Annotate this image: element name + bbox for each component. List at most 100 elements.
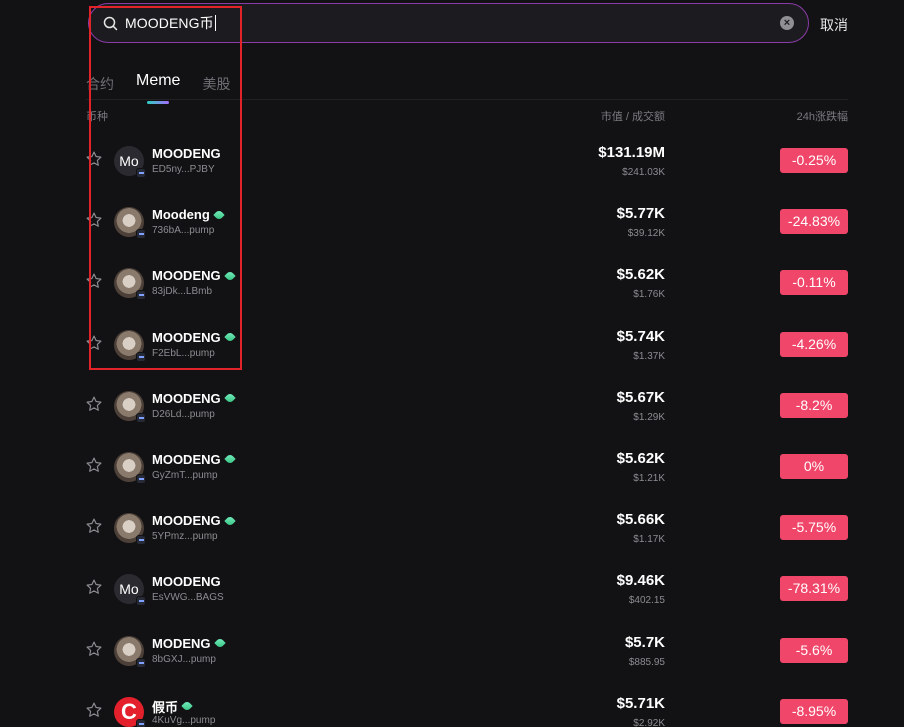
chain-badge-icon <box>136 351 146 362</box>
token-address: 4KuVg...pump <box>152 714 216 726</box>
verified-icon <box>213 209 225 221</box>
token-address: 5YPmz...pump <box>152 531 218 543</box>
token-name-text: MOODENG <box>152 329 221 345</box>
chain-badge-icon <box>136 290 146 301</box>
star-icon[interactable] <box>85 334 103 352</box>
change-badge: -24.83% <box>780 209 848 235</box>
market-cap-value: $5.71K <box>616 694 665 712</box>
volume-value: $2.92K <box>633 717 665 727</box>
token-address: ED5ny...PJBY <box>152 164 215 175</box>
change-badge: -0.25% <box>780 148 848 173</box>
token-name-text: Moodeng <box>152 207 210 223</box>
token-address: D26Ld...pump <box>152 408 215 420</box>
tab-us-stocks[interactable]: 美股 <box>202 72 230 100</box>
verified-icon <box>223 453 236 466</box>
token-name-text: MOODENG <box>152 574 221 590</box>
verified-icon <box>223 331 236 343</box>
token-name-text: MODENG <box>152 635 211 651</box>
avatar-text: Mo <box>119 581 139 598</box>
column-header-market-cap[interactable]: 市值 / 成交额 <box>601 108 665 124</box>
chain-badge-icon <box>136 718 146 727</box>
search-input[interactable]: MOODENG币 <box>125 13 214 33</box>
search-icon <box>103 16 118 31</box>
token-name-text: MOODENG <box>152 390 221 406</box>
cancel-button[interactable]: 取消 <box>820 15 848 35</box>
market-cap-value: $5.74K <box>616 327 665 345</box>
tab-contracts[interactable]: 合约 <box>86 72 114 100</box>
star-icon[interactable] <box>85 211 103 229</box>
token-address: 736bA...pump <box>152 225 215 237</box>
volume-value: $241.03K <box>622 167 665 178</box>
avatar-text: C <box>121 698 137 724</box>
change-badge: -4.26% <box>780 331 848 357</box>
star-icon[interactable] <box>85 456 103 474</box>
market-cap-value: $131.19M <box>598 144 665 161</box>
change-badge: -78.31% <box>780 576 848 602</box>
chain-badge-icon <box>136 168 146 178</box>
star-icon[interactable] <box>85 395 103 413</box>
verified-icon <box>223 392 236 404</box>
token-name: MOODENG <box>152 329 236 345</box>
token-name: MOODENG <box>152 513 236 529</box>
table-row-4[interactable]: MOODENG F2EbL...pump $5.74K $1.37K -4.26… <box>0 314 904 375</box>
table-row-3[interactable]: MOODENG 83jDk...LBmb $5.62K $1.76K -0.11… <box>0 252 904 313</box>
volume-value: $402.15 <box>628 595 665 607</box>
market-cap-value: $9.46K <box>616 572 665 590</box>
table-row-10[interactable]: C 假币 4KuVg...pump $5.71K $2.92K -8.95% <box>0 681 904 727</box>
column-header-change[interactable]: 24h涨跌幅 <box>797 108 848 124</box>
token-address: EsVWG...BAGS <box>152 592 224 604</box>
token-name: MODENG <box>152 635 226 651</box>
star-icon[interactable] <box>85 701 103 719</box>
star-icon[interactable] <box>85 640 103 658</box>
token-name-text: 假币 <box>152 699 179 715</box>
volume-value: $1.21K <box>633 472 665 484</box>
change-badge: 0% <box>780 453 848 479</box>
token-name: 假币 <box>152 697 193 716</box>
token-name: MOODENG <box>152 574 221 589</box>
star-icon[interactable] <box>85 578 103 596</box>
change-badge: -5.75% <box>780 515 848 541</box>
avatar-text: Mo <box>119 153 139 169</box>
verified-icon <box>223 270 236 282</box>
change-badge: -8.95% <box>780 698 848 724</box>
table-row-5[interactable]: MOODENG D26Ld...pump $5.67K $1.29K -8.2% <box>0 375 904 436</box>
table-row-6[interactable]: MOODENG GyZmT...pump $5.62K $1.21K 0% <box>0 436 904 497</box>
verified-icon <box>213 637 226 649</box>
star-icon[interactable] <box>85 272 103 290</box>
chain-badge-icon <box>136 473 146 484</box>
volume-value: $1.37K <box>633 350 665 362</box>
token-address: 8bGXJ...pump <box>152 653 216 665</box>
chain-badge-icon <box>136 596 146 607</box>
tab-meme[interactable]: Meme <box>136 72 180 100</box>
results-list: Mo MOODENG ED5ny...PJBY $131.19M $241.03… <box>0 130 904 727</box>
table-row-8[interactable]: Mo MOODENG EsVWG...BAGS $9.46K $402.15 -… <box>0 558 904 619</box>
chain-badge-icon <box>136 412 146 423</box>
token-name: MOODENG <box>152 146 221 161</box>
chain-badge-icon <box>136 657 146 668</box>
clear-icon[interactable]: × <box>780 16 794 30</box>
market-cap-value: $5.66K <box>616 511 665 529</box>
table-row-1[interactable]: Mo MOODENG ED5ny...PJBY $131.19M $241.03… <box>0 130 904 191</box>
volume-value: $39.12K <box>627 228 665 240</box>
table-row-2[interactable]: Moodeng 736bA...pump $5.77K $39.12K -24.… <box>0 191 904 252</box>
chain-badge-icon <box>136 229 146 240</box>
table-row-7[interactable]: MOODENG 5YPmz...pump $5.66K $1.17K -5.75… <box>0 497 904 558</box>
market-cap-value: $5.67K <box>616 388 665 406</box>
column-header-coin: 币种 <box>86 111 108 123</box>
search-bar[interactable]: MOODENG币 × <box>88 3 809 43</box>
table-row-9[interactable]: MODENG 8bGXJ...pump $5.7K $885.95 -5.6% <box>0 620 904 681</box>
verified-icon <box>181 700 193 712</box>
token-name: Moodeng <box>152 207 225 223</box>
market-cap-value: $5.7K <box>624 633 665 651</box>
token-name: MOODENG <box>152 451 236 467</box>
token-name-text: MOODENG <box>152 146 221 161</box>
market-cap-value: $5.77K <box>616 205 665 223</box>
market-cap-value: $5.62K <box>616 449 665 467</box>
star-icon[interactable] <box>85 517 103 535</box>
token-name-text: MOODENG <box>152 268 221 284</box>
token-name-text: MOODENG <box>152 513 221 529</box>
star-icon[interactable] <box>85 150 103 168</box>
token-name-text: MOODENG <box>152 451 221 467</box>
page: MOODENG币 × 取消 合约 Meme 美股 币种 市值 / 成交额 24h… <box>0 0 904 727</box>
token-name: MOODENG <box>152 268 236 284</box>
